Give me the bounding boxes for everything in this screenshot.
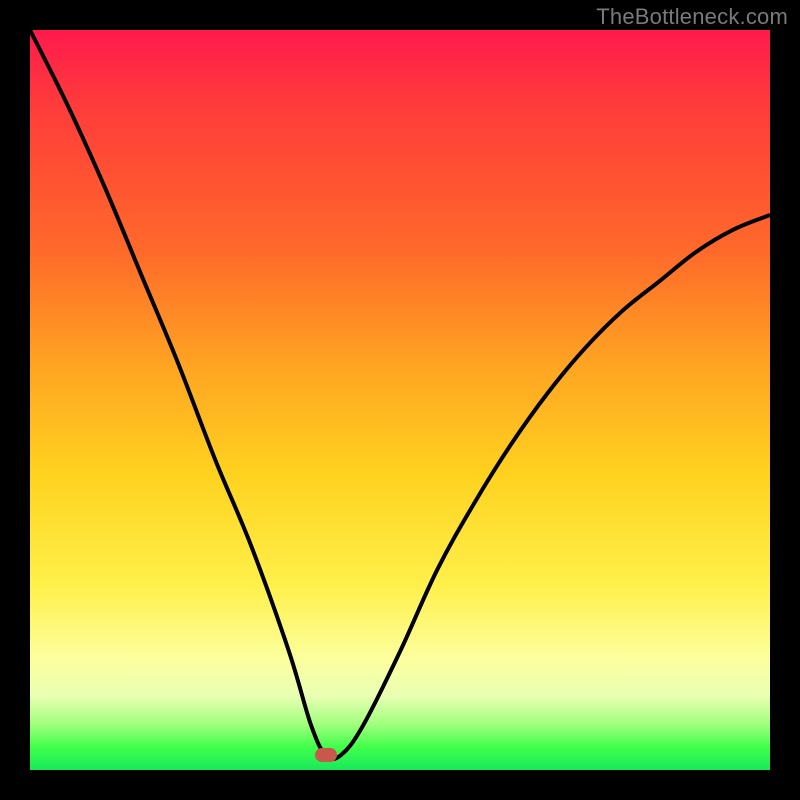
plot-area — [30, 30, 770, 770]
watermark-text: TheBottleneck.com — [596, 4, 788, 30]
bottleneck-curve — [30, 30, 770, 770]
optimum-marker — [315, 748, 337, 762]
curve-path — [30, 30, 770, 759]
chart-frame: TheBottleneck.com — [0, 0, 800, 800]
